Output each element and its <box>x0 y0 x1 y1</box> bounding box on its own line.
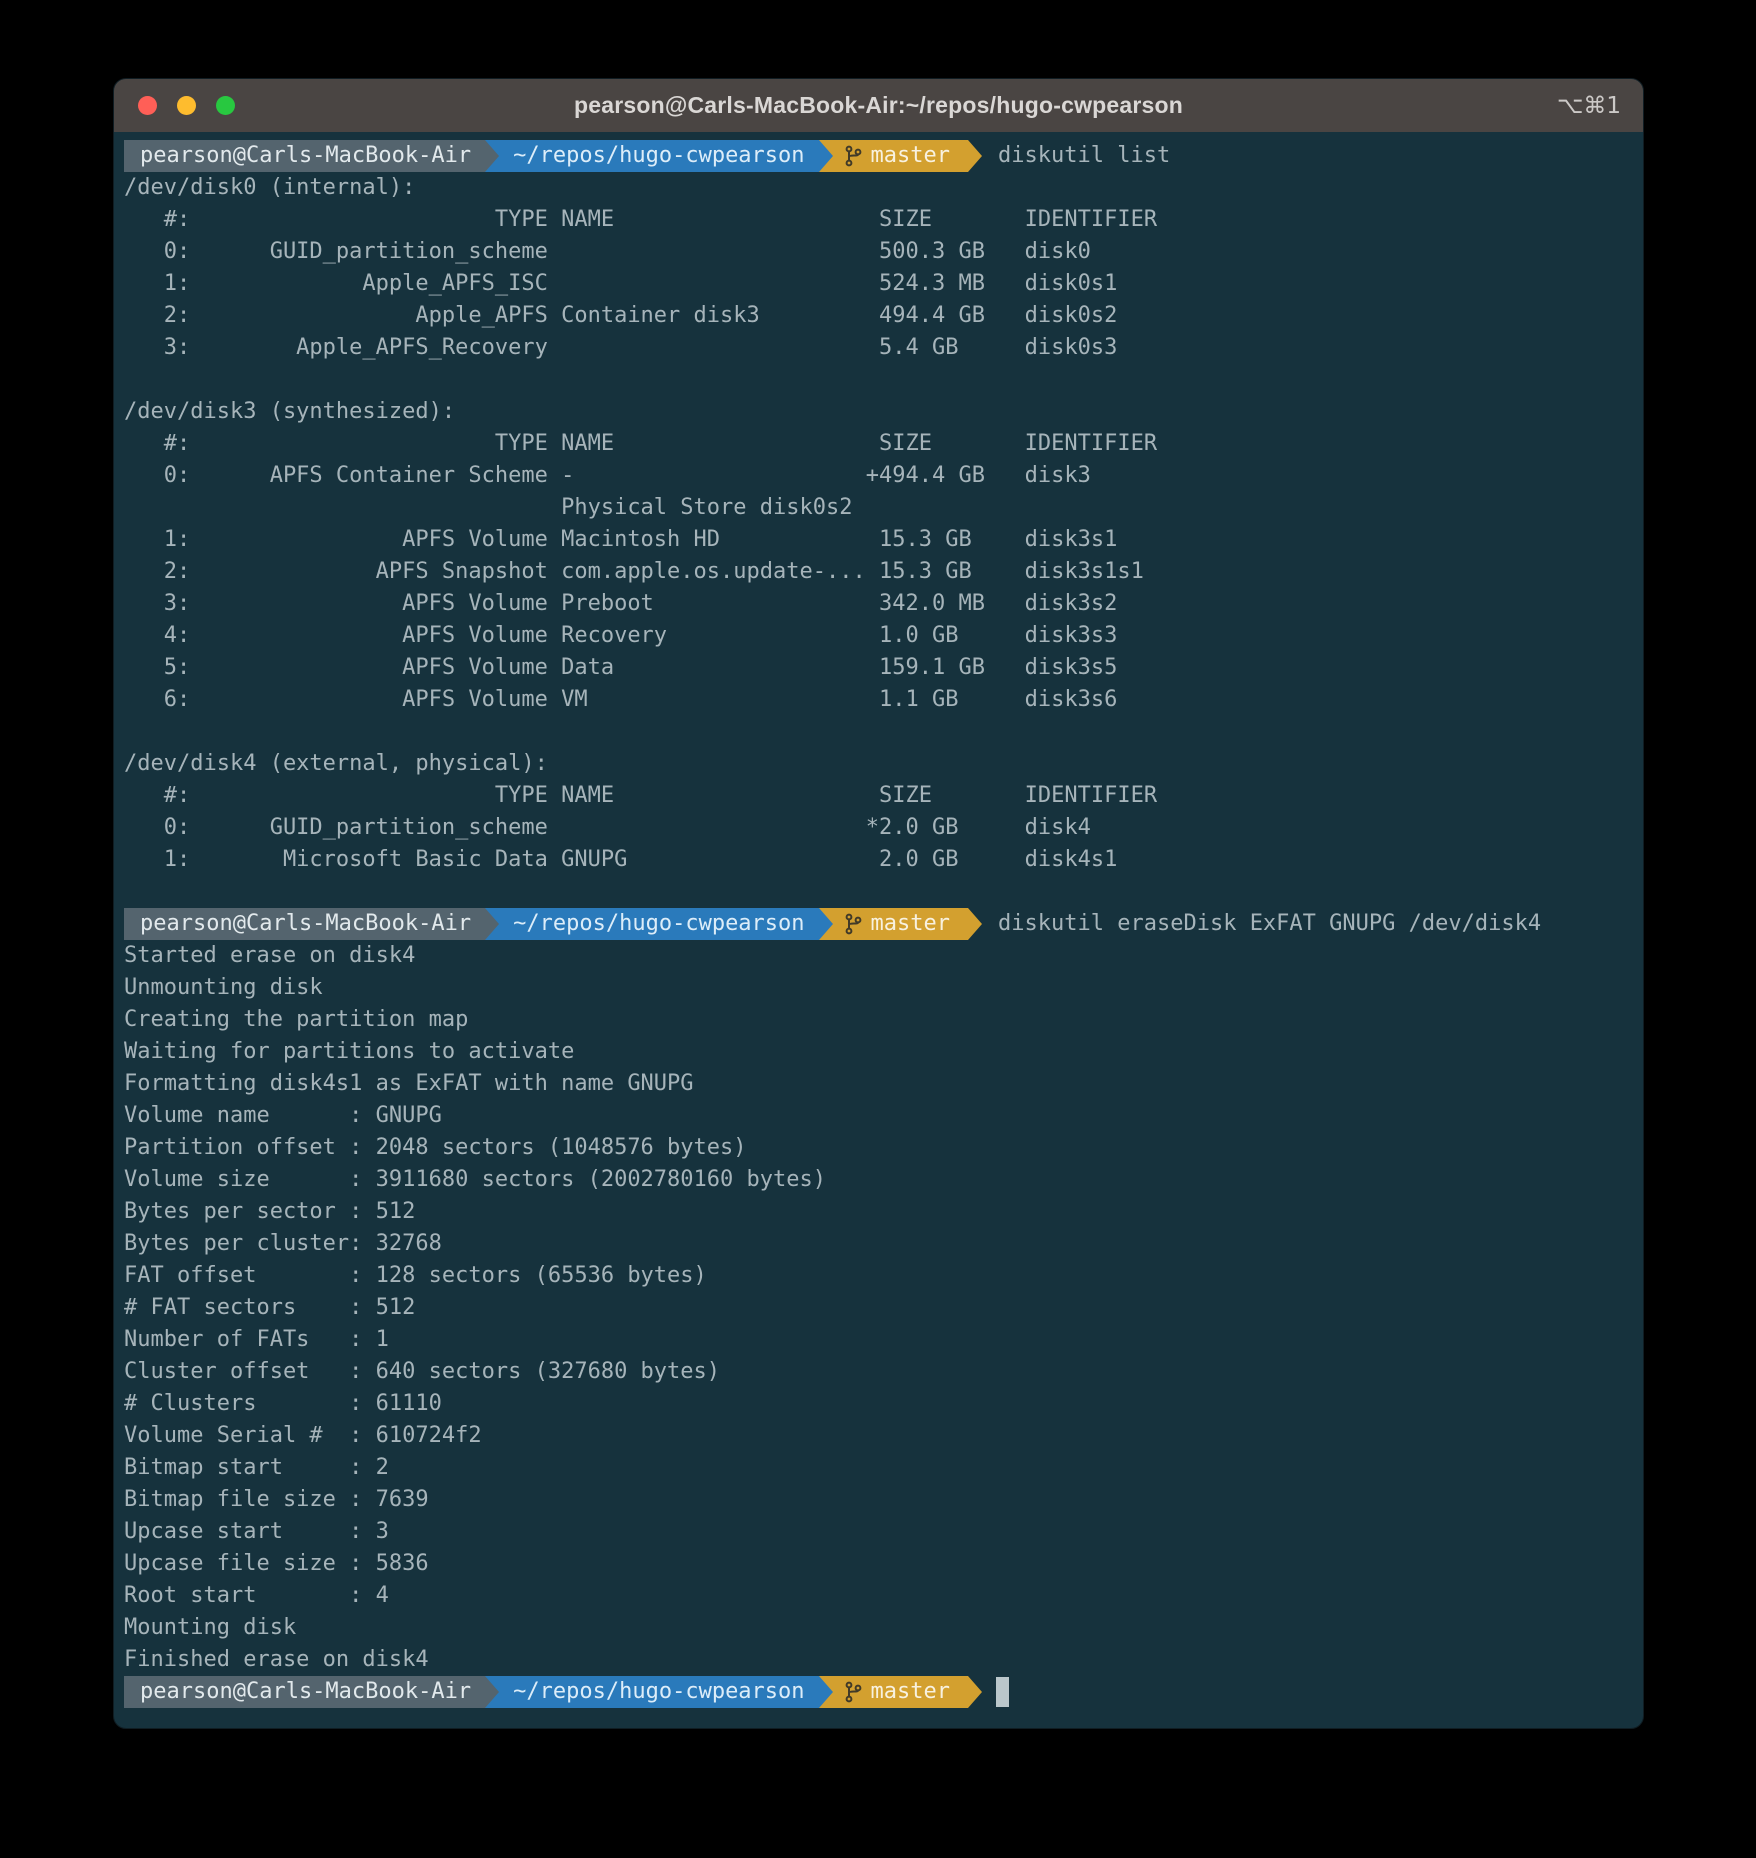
terminal-output-line: 0: APFS Container Scheme - +494.4 GB dis… <box>124 460 1633 492</box>
prompt-git-branch: master <box>833 908 968 940</box>
prompt-line: pearson@Carls-MacBook-Air ~/repos/hugo-c… <box>124 1676 1633 1708</box>
terminal-output-line: 1: Microsoft Basic Data GNUPG 2.0 GB dis… <box>124 844 1633 876</box>
terminal-cursor <box>996 1677 1009 1707</box>
branch-name: master <box>871 908 950 940</box>
powerline-arrow-icon <box>968 1676 982 1708</box>
terminal-output-line: 1: Apple_APFS_ISC 524.3 MB disk0s1 <box>124 268 1633 300</box>
prompt-user-host: pearson@Carls-MacBook-Air <box>124 140 485 172</box>
terminal-output-line: Creating the partition map <box>124 1004 1633 1036</box>
close-button[interactable] <box>138 96 157 115</box>
powerline-arrow-icon <box>485 140 499 172</box>
branch-name: master <box>871 1676 950 1708</box>
terminal-output-line: Number of FATs : 1 <box>124 1324 1633 1356</box>
terminal-output-line: Finished erase on disk4 <box>124 1644 1633 1676</box>
terminal-output-line <box>124 876 1633 908</box>
branch-name: master <box>871 140 950 172</box>
terminal-output-line: Mounting disk <box>124 1612 1633 1644</box>
terminal-output-line: Volume size : 3911680 sectors (200278016… <box>124 1164 1633 1196</box>
terminal-output-line: #: TYPE NAME SIZE IDENTIFIER <box>124 428 1633 460</box>
window-shortcut-badge: ⌥⌘1 <box>1557 79 1621 132</box>
terminal-output-line: Volume Serial # : 610724f2 <box>124 1420 1633 1452</box>
terminal-output-line: /dev/disk4 (external, physical): <box>124 748 1633 780</box>
titlebar[interactable]: pearson@Carls-MacBook-Air:~/repos/hugo-c… <box>114 79 1643 132</box>
terminal-output-line <box>124 364 1633 396</box>
terminal-output-line: 3: APFS Volume Preboot 342.0 MB disk3s2 <box>124 588 1633 620</box>
command-text: diskutil eraseDisk ExFAT GNUPG /dev/disk… <box>982 908 1541 940</box>
prompt-line: pearson@Carls-MacBook-Air ~/repos/hugo-c… <box>124 908 1633 940</box>
window-title: pearson@Carls-MacBook-Air:~/repos/hugo-c… <box>574 92 1183 119</box>
terminal-output-line: FAT offset : 128 sectors (65536 bytes) <box>124 1260 1633 1292</box>
terminal-output-line: Cluster offset : 640 sectors (327680 byt… <box>124 1356 1633 1388</box>
terminal-output-line: Bitmap start : 2 <box>124 1452 1633 1484</box>
terminal-output-line: 2: Apple_APFS Container disk3 494.4 GB d… <box>124 300 1633 332</box>
terminal-output-line: Unmounting disk <box>124 972 1633 1004</box>
prompt-path: ~/repos/hugo-cwpearson <box>499 140 818 172</box>
powerline-arrow-icon <box>819 1676 833 1708</box>
terminal-output-line: Bitmap file size : 7639 <box>124 1484 1633 1516</box>
terminal-output-line <box>124 716 1633 748</box>
prompt-line: pearson@Carls-MacBook-Air ~/repos/hugo-c… <box>124 140 1633 172</box>
terminal-output-line: #: TYPE NAME SIZE IDENTIFIER <box>124 204 1633 236</box>
prompt-path: ~/repos/hugo-cwpearson <box>499 1676 818 1708</box>
prompt-git-branch: master <box>833 1676 968 1708</box>
terminal-output-line: Physical Store disk0s2 <box>124 492 1633 524</box>
traffic-lights <box>138 79 235 132</box>
git-branch-icon <box>843 1680 863 1704</box>
terminal-output-line: # FAT sectors : 512 <box>124 1292 1633 1324</box>
powerline-arrow-icon <box>485 1676 499 1708</box>
terminal-output-line: Started erase on disk4 <box>124 940 1633 972</box>
powerline-arrow-icon <box>968 140 982 172</box>
terminal-output-line: /dev/disk3 (synthesized): <box>124 396 1633 428</box>
terminal-output-line: # Clusters : 61110 <box>124 1388 1633 1420</box>
desktop-background: pearson@Carls-MacBook-Air:~/repos/hugo-c… <box>0 0 1756 1858</box>
terminal-output-line: 3: Apple_APFS_Recovery 5.4 GB disk0s3 <box>124 332 1633 364</box>
zoom-button[interactable] <box>216 96 235 115</box>
terminal-output-line: 2: APFS Snapshot com.apple.os.update-...… <box>124 556 1633 588</box>
powerline-arrow-icon <box>968 908 982 940</box>
powerline-arrow-icon <box>819 140 833 172</box>
terminal-output-line: 0: GUID_partition_scheme 500.3 GB disk0 <box>124 236 1633 268</box>
terminal-output-line: Upcase file size : 5836 <box>124 1548 1633 1580</box>
terminal-output-disk-list: /dev/disk0 (internal): #: TYPE NAME SIZE… <box>124 172 1633 908</box>
terminal-output-line: Waiting for partitions to activate <box>124 1036 1633 1068</box>
prompt-user-host: pearson@Carls-MacBook-Air <box>124 1676 485 1708</box>
git-branch-icon <box>843 912 863 936</box>
terminal-output-line: 6: APFS Volume VM 1.1 GB disk3s6 <box>124 684 1633 716</box>
terminal-output-line: 4: APFS Volume Recovery 1.0 GB disk3s3 <box>124 620 1633 652</box>
terminal-output-line: Volume name : GNUPG <box>124 1100 1633 1132</box>
git-branch-icon <box>843 144 863 168</box>
terminal-output-line: /dev/disk0 (internal): <box>124 172 1633 204</box>
terminal-content[interactable]: pearson@Carls-MacBook-Air ~/repos/hugo-c… <box>114 132 1643 1728</box>
terminal-output-line: Partition offset : 2048 sectors (1048576… <box>124 1132 1633 1164</box>
terminal-output-line: 5: APFS Volume Data 159.1 GB disk3s5 <box>124 652 1633 684</box>
powerline-arrow-icon <box>819 908 833 940</box>
terminal-output-line: Upcase start : 3 <box>124 1516 1633 1548</box>
terminal-output-line: Formatting disk4s1 as ExFAT with name GN… <box>124 1068 1633 1100</box>
terminal-output-line: Bytes per sector : 512 <box>124 1196 1633 1228</box>
terminal-output-line: 0: GUID_partition_scheme *2.0 GB disk4 <box>124 812 1633 844</box>
terminal-output-line: 1: APFS Volume Macintosh HD 15.3 GB disk… <box>124 524 1633 556</box>
prompt-user-host: pearson@Carls-MacBook-Air <box>124 908 485 940</box>
terminal-window: pearson@Carls-MacBook-Air:~/repos/hugo-c… <box>113 78 1644 1729</box>
terminal-output-line: #: TYPE NAME SIZE IDENTIFIER <box>124 780 1633 812</box>
prompt-git-branch: master <box>833 140 968 172</box>
command-text: diskutil list <box>982 140 1170 172</box>
powerline-arrow-icon <box>485 908 499 940</box>
minimize-button[interactable] <box>177 96 196 115</box>
terminal-output-line: Root start : 4 <box>124 1580 1633 1612</box>
terminal-output-erase: Started erase on disk4Unmounting diskCre… <box>124 940 1633 1676</box>
terminal-output-line: Bytes per cluster: 32768 <box>124 1228 1633 1260</box>
prompt-path: ~/repos/hugo-cwpearson <box>499 908 818 940</box>
